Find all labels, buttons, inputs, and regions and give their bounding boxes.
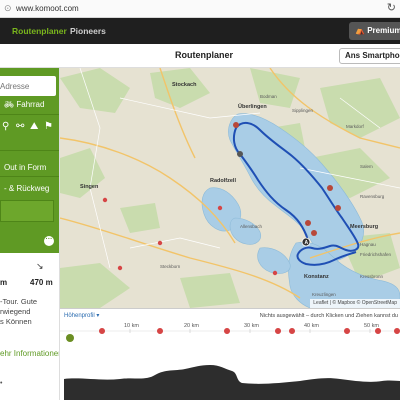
svg-text:Konstanz: Konstanz <box>304 274 329 280</box>
svg-text:Hagnau: Hagnau <box>360 242 376 247</box>
svg-text:Markdorf: Markdorf <box>346 124 365 129</box>
profile-chart[interactable] <box>60 309 400 400</box>
divider <box>0 114 59 115</box>
premium-button[interactable]: ⛺ Premium <box>349 22 400 40</box>
lock-icon: ⊙ <box>4 3 12 13</box>
start-marker <box>66 334 74 342</box>
elevation-profile[interactable]: Höhenprofil ▾ Nichts ausgewählt – durch … <box>60 308 400 400</box>
nav-pioneers[interactable]: Pioneers <box>70 26 106 37</box>
svg-text:Salem: Salem <box>360 164 373 169</box>
desc-line: rwiegend <box>0 307 31 316</box>
mountain-bike-icon[interactable]: ⛰ <box>30 120 38 134</box>
more-info-link[interactable]: ehr Informationen <box>0 349 59 359</box>
touring-bike-icon[interactable]: ⚲ <box>2 120 9 134</box>
planner-settings-panel: 🚲︎ Fahrrad ⚲ ⚯ ⛰ ⚑ Out in Form - & Rückw… <box>0 68 59 253</box>
profile-highlight-pins <box>99 328 400 341</box>
svg-text:Kreuzlingen: Kreuzlingen <box>312 292 336 297</box>
reload-icon[interactable]: ↻ <box>387 2 396 14</box>
svg-text:Sipplingen: Sipplingen <box>292 108 314 113</box>
send-to-smartphone-button[interactable]: Ans Smartphone <box>339 48 400 64</box>
desc-line: -Tour. Gute <box>0 297 38 306</box>
desc-line: s Können <box>0 317 32 326</box>
elevation-area <box>64 365 400 400</box>
divider <box>0 176 59 177</box>
svg-text:Singen: Singen <box>80 184 99 190</box>
premium-label: Premium <box>367 26 400 35</box>
divider <box>0 150 59 151</box>
bike-icon: 🚲︎ <box>4 100 15 109</box>
address-input[interactable] <box>0 76 56 96</box>
hiking-icon[interactable]: ⚑ <box>44 120 53 134</box>
svg-text:Stockach: Stockach <box>172 82 197 88</box>
map-canvas[interactable]: A Stockach Überlingen Radolfzell Konstan… <box>60 68 400 308</box>
fitness-select[interactable]: Out in Form <box>4 163 46 173</box>
road-bike-icon[interactable]: ⚯ <box>16 120 24 134</box>
descent-value: 470 m <box>30 278 53 287</box>
sport-select[interactable]: 🚲︎ Fahrrad <box>4 100 44 110</box>
sport-label: Fahrrad <box>16 100 45 109</box>
map-view[interactable]: A Stockach Überlingen Radolfzell Konstan… <box>60 68 400 308</box>
svg-text:Ravensburg: Ravensburg <box>360 194 385 199</box>
browser-bar: ⊙ www.komoot.com ↻ <box>0 0 400 18</box>
route-type-select[interactable]: - & Rückweg <box>4 184 49 194</box>
page-title: Routenplaner <box>175 50 234 60</box>
svg-text:Kressbronn: Kressbronn <box>360 274 384 279</box>
title-bar: Routenplaner Ans Smartphone <box>0 44 400 68</box>
sport-type-row: ⚲ ⚯ ⛰ ⚑ <box>2 120 59 136</box>
waypoint-box[interactable] <box>0 200 54 222</box>
bullet-icon: • <box>0 380 3 387</box>
nav-routenplaner[interactable]: Routenplaner <box>12 26 67 37</box>
route-description: -Tour. Gute rwiegend s Können <box>0 297 59 327</box>
descent-arrow-icon: ↘ <box>36 261 44 271</box>
more-options-icon[interactable]: ··· <box>44 236 54 246</box>
ascent-value: m <box>0 278 8 287</box>
svg-text:A: A <box>305 240 309 246</box>
planner-sidebar: 🚲︎ Fahrrad ⚲ ⚯ ⛰ ⚑ Out in Form - & Rückw… <box>0 68 60 400</box>
svg-text:Steckborn: Steckborn <box>160 264 181 269</box>
svg-text:Bodman: Bodman <box>260 94 277 99</box>
app-header: Routenplaner Pioneers ⛺ Premium <box>0 18 400 44</box>
map-credit[interactable]: Leaflet | © Mapbox © OpenStreetMap <box>310 299 400 308</box>
svg-text:Meersburg: Meersburg <box>350 224 378 230</box>
svg-text:Überlingen: Überlingen <box>238 103 267 110</box>
svg-text:Friedrichshafen: Friedrichshafen <box>360 252 392 257</box>
svg-text:Radolfzell: Radolfzell <box>210 178 236 184</box>
svg-text:Allensbach: Allensbach <box>240 224 263 229</box>
url-field[interactable]: www.komoot.com <box>16 3 79 14</box>
premium-icon: ⛺ <box>355 26 365 35</box>
